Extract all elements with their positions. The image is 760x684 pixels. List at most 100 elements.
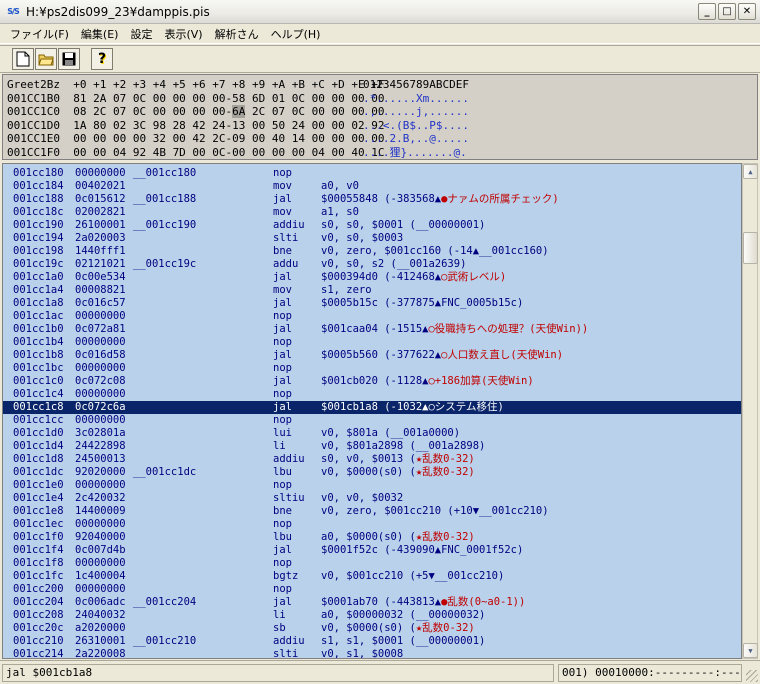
opcode-word: a2020000 [75, 622, 126, 634]
mnemonic: bgtz [273, 570, 299, 582]
dump-row[interactable]: 001CC1E0 00 00 00 00 32 00 42 2C-09 00 4… [7, 132, 757, 146]
close-button[interactable]: ✕ [738, 3, 756, 20]
code-row[interactable]: 001cc1e4 2c420032 sltiu v0, v0, $0032 [13, 492, 741, 505]
label [133, 570, 273, 583]
new-file-button[interactable] [12, 48, 34, 70]
address: 001cc1fc [13, 570, 64, 582]
code-row[interactable]: 001cc1c0 0c072c08 jal $001cb020 (-1128▲○+18… [13, 375, 741, 388]
label [133, 557, 273, 570]
code-row[interactable]: 001cc190 26100001 __001cc190 addiu s0, s0, $… [13, 219, 741, 232]
code-row[interactable]: 001cc210 26310001 __001cc210 addiu s1, s1, $… [13, 635, 741, 648]
code-row[interactable]: 001cc18c 02002821 mov a1, s0 [13, 206, 741, 219]
address: 001cc1c4 [13, 388, 64, 400]
dump-row[interactable]: 001CC1D0 1A 80 02 3C 98 28 42 24-13 00 5… [7, 119, 757, 133]
dump-row[interactable]: 001CC1B0 81 2A 07 0C 00 00 00 00-58 6D 0… [7, 92, 757, 106]
comment: ○役職持ちへの処理？(天使Win)) [428, 323, 589, 335]
label [133, 583, 273, 596]
code-row[interactable]: 001cc20c a2020000 sb v0, $0000(s0) (★乱数0-32… [13, 622, 741, 635]
address: 001cc198 [13, 245, 64, 257]
address: 001cc20c [13, 622, 64, 634]
code-row[interactable]: 001cc214 2a220008 slti v0, s1, $0008 [13, 648, 741, 658]
code-row[interactable]: 001cc1d0 3c02801a lui v0, $801a (__001a0000… [13, 427, 741, 440]
code-row[interactable]: 001cc1fc 1c400004 bgtz v0, $001cc210 (+5▼__… [13, 570, 741, 583]
opcode-word: 00000000 [75, 414, 126, 426]
code-row[interactable]: 001cc194 2a020003 slti v0, s0, $0003 [13, 232, 741, 245]
code-row[interactable]: 001cc1d4 24422898 li v0, $801a2898 (__001a2… [13, 440, 741, 453]
resize-grip-icon[interactable] [746, 670, 758, 682]
code-row[interactable]: 001cc188 0c015612 __001cc188 jal $00055848 (… [13, 193, 741, 206]
comment: ★乱数0-32) [415, 453, 475, 465]
disassembly-list[interactable]: 001cc180 00000000 __001cc180 nop 001cc184 004… [2, 163, 742, 659]
code-row[interactable]: 001cc1a8 0c016c57 jal $0005b15c (-377875▲FN… [13, 297, 741, 310]
mnemonic: sb [273, 622, 286, 634]
opcode-word: 24422898 [75, 440, 126, 452]
maximize-button[interactable]: □ [718, 3, 736, 20]
scroll-down-arrow-icon[interactable]: ▼ [743, 643, 758, 658]
mnemonic: bne [273, 505, 292, 517]
code-row[interactable]: 001cc184 00402021 mov a0, v0 [13, 180, 741, 193]
save-file-button[interactable] [58, 48, 80, 70]
code-row[interactable]: 001cc1e0 00000000 nop [13, 479, 741, 492]
code-row[interactable]: 001cc1ec 00000000 nop [13, 518, 741, 531]
new-file-icon [16, 51, 30, 67]
hex-dump-panel[interactable]: Greet2Bz +0 +1 +2 +3 +4 +5 +6 +7 +8 +9 +… [2, 74, 758, 160]
address: 001cc1b0 [13, 323, 64, 335]
open-file-button[interactable] [35, 48, 57, 70]
opcode-word: 00000000 [75, 518, 126, 530]
selected-code-row[interactable]: 001cc1c8 0c072c6a jal $001cb1a8 (-1032▲○システ… [3, 401, 741, 414]
menu-edit[interactable]: 編集(E) [75, 26, 125, 42]
label [133, 401, 273, 414]
comment: ○武術レベル) [441, 271, 507, 283]
window-title: H:¥ps2dis099_23¥damppis.pis [26, 4, 210, 19]
mnemonic: nop [273, 479, 292, 491]
code-row[interactable]: 001cc1d8 24500013 addiu s0, v0, $0013 (★乱数0… [13, 453, 741, 466]
code-row[interactable]: 001cc19c 02121021 __001cc19c addu v0, s0, s2… [13, 258, 741, 271]
operands: a0, v0 [321, 180, 359, 192]
menu-file[interactable]: ファイル(F) [4, 26, 75, 42]
code-row[interactable]: 001cc1bc 00000000 nop [13, 362, 741, 375]
opcode-word: 0c015612 [75, 193, 126, 205]
menu-help[interactable]: ヘルプ(H) [265, 26, 327, 42]
code-row[interactable]: 001cc198 1440fff1 bne v0, zero, $001cc160 (… [13, 245, 741, 258]
code-row[interactable]: 001cc1ac 00000000 nop [13, 310, 741, 323]
scroll-up-arrow-icon[interactable]: ▲ [743, 164, 758, 179]
code-row[interactable]: 001cc1b8 0c016d58 jal $0005b560 (-377622▲○人… [13, 349, 741, 362]
code-row[interactable]: 001cc200 00000000 nop [13, 583, 741, 596]
app-icon: S/S [7, 7, 19, 16]
minimize-button[interactable]: _ [698, 3, 716, 20]
code-row[interactable]: 001cc1f0 92040000 lbu a0, $0000(s0) (★乱数0-3… [13, 531, 741, 544]
code-row[interactable]: 001cc1c4 00000000 nop [13, 388, 741, 401]
code-row[interactable]: 001cc1f4 0c007d4b jal $0001f52c (-439090▲FN… [13, 544, 741, 557]
code-row[interactable]: 001cc208 24040032 li a0, $00000032 (__00000… [13, 609, 741, 622]
label: __001cc1dc [133, 466, 197, 478]
mnemonic: jal [273, 401, 292, 413]
address: 001cc1c8 [13, 401, 64, 413]
vertical-scrollbar[interactable]: ▲ ▼ [742, 163, 758, 659]
menu-view[interactable]: 表示(V) [158, 26, 208, 42]
menu-settings[interactable]: 設定 [124, 26, 158, 42]
label [133, 323, 273, 336]
code-row[interactable]: 001cc1f8 00000000 nop [13, 557, 741, 570]
mnemonic: mov [273, 180, 292, 192]
help-button[interactable]: ? [91, 48, 113, 70]
code-row[interactable]: 001cc1b4 00000000 nop [13, 336, 741, 349]
code-row[interactable]: 001cc1b0 0c072a81 jal $001caa04 (-1515▲○役職持… [13, 323, 741, 336]
code-row[interactable]: 001cc1cc 00000000 nop [13, 414, 741, 427]
operands: $00055848 (-383568▲ [321, 193, 442, 205]
dump-row[interactable]: 001CC1C0 08 2C 07 0C 00 00 00 00-6A 2C 0… [7, 105, 757, 119]
code-row[interactable]: 001cc1a0 0c00e534 jal $000394d0 (-412468▲○武… [13, 271, 741, 284]
menu-analysis[interactable]: 解析さん [209, 26, 265, 42]
scroll-thumb[interactable] [743, 232, 758, 264]
code-row[interactable]: 001cc1dc 92020000 __001cc1dc lbu v0, $0000(s… [13, 466, 741, 479]
title-bar: S/S H:¥ps2dis099_23¥damppis.pis _ □ ✕ [0, 0, 760, 24]
code-row[interactable]: 001cc1e8 14400009 bne v0, zero, $001cc210 (… [13, 505, 741, 518]
code-row[interactable]: 001cc180 00000000 __001cc180 nop [13, 167, 741, 180]
code-row[interactable]: 001cc1a4 00008821 mov s1, zero [13, 284, 741, 297]
window-controls: _ □ ✕ [698, 3, 756, 20]
dump-row[interactable]: 001CC1F0 00 00 04 92 4B 7D 00 0C-00 00 0… [7, 146, 757, 160]
label [133, 531, 273, 544]
code-row[interactable]: 001cc204 0c006adc __001cc204 jal $0001ab70 (… [13, 596, 741, 609]
address: 001cc1f8 [13, 557, 64, 569]
mnemonic: mov [273, 206, 292, 218]
operands: $0005b15c (-377875▲FNC_0005b15c) [321, 297, 524, 309]
